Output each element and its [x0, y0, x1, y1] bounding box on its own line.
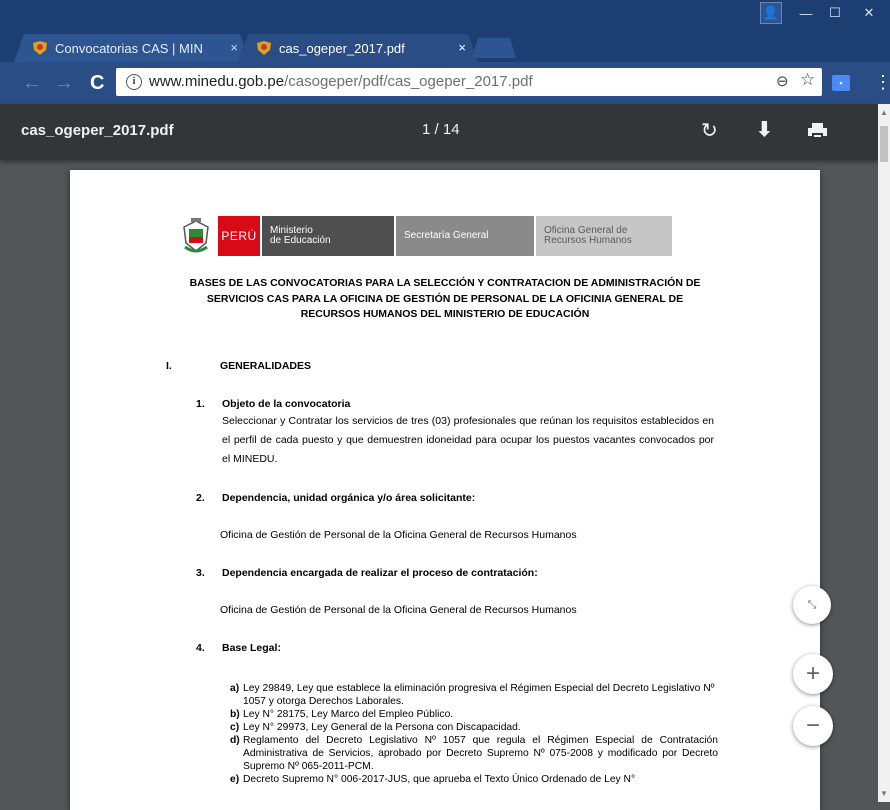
item-title: Objeto de la convocatoria — [222, 398, 351, 410]
zoom-out-button[interactable]: − — [793, 706, 833, 746]
document-title: BASES DE LAS CONVOCATORIAS PARA LA SELEC… — [170, 276, 720, 323]
print-icon[interactable] — [808, 123, 827, 139]
page-indicator: 1 / 14 — [422, 121, 460, 138]
pdf-title: cas_ogeper_2017.pdf — [21, 122, 174, 139]
pdf-toolbar: cas_ogeper_2017.pdf 1 / 14 ↻ ⬇ — [0, 104, 878, 160]
tab-close-icon[interactable]: × — [458, 40, 466, 55]
scroll-up-icon[interactable]: ▲ — [880, 108, 888, 117]
title-line: SERVICIOS CAS PARA LA OFICINA DE GESTIÓN… — [206, 292, 684, 305]
item-text: Seleccionar y Contratar los servicios de… — [222, 415, 714, 465]
forward-button[interactable]: → — [54, 72, 74, 94]
ministry-line2: de Educación — [270, 235, 331, 246]
office-line2: Recursos Humanos — [544, 235, 632, 246]
item-number: 1. — [196, 398, 205, 410]
tab-label: cas_ogeper_2017.pdf — [279, 40, 405, 56]
scroll-thumb[interactable] — [880, 126, 888, 162]
minedu-favicon-icon — [256, 40, 272, 56]
tab-close-icon[interactable]: × — [230, 40, 238, 55]
office-block: Oficina General de Recursos Humanos — [536, 216, 672, 256]
item-title: Dependencia, unidad orgánica y/o área so… — [222, 492, 476, 504]
legal-item: d) Reglamento del Decreto Legislativo Nº … — [230, 735, 718, 772]
scroll-down-icon[interactable]: ▼ — [880, 789, 888, 798]
back-button[interactable]: ← — [22, 72, 42, 94]
legal-list: a) Ley 29849, Ley que establece la elimin… — [230, 682, 718, 786]
title-line: BASES DE LAS CONVOCATORIAS PARA LA SELEC… — [189, 277, 701, 289]
secretary-block: Secretaría General — [396, 216, 534, 256]
legal-item: b) Ley N° 28175, Ley Marco del Empleo Púb… — [230, 709, 454, 720]
ministry-block: Ministerio de Educación — [262, 216, 394, 256]
section-number: I. — [166, 360, 172, 372]
profile-icon[interactable]: 👤 — [760, 2, 782, 24]
item-title: Dependencia encargada de realizar el pro… — [222, 567, 538, 579]
close-window-button[interactable]: ✕ — [850, 2, 888, 24]
item-number: 2. — [196, 492, 205, 504]
legal-item: a) Ley 29849, Ley que establece la elimin… — [230, 683, 715, 707]
item-text: Oficina de Gestión de Personal de la Ofi… — [220, 604, 577, 616]
zoom-icon[interactable]: ⊖ — [776, 72, 789, 90]
fit-to-page-icon[interactable]: ⤡ — [793, 586, 831, 624]
minimize-button[interactable]: — — [792, 2, 820, 24]
item-text: Oficina de Gestión de Personal de la Ofi… — [220, 529, 577, 541]
legal-item: c) Ley N° 29973, Ley General de la Person… — [230, 722, 521, 733]
minedu-favicon-icon — [32, 40, 48, 56]
tab-strip: Convocatorias CAS | MIN × cas_ogeper_201… — [0, 0, 890, 62]
item-number: 3. — [196, 567, 205, 579]
vertical-scrollbar[interactable]: ▲ ▼ — [878, 104, 890, 802]
address-bar[interactable]: i www.minedu.gob.pe/casogeper/pdf/cas_og… — [116, 68, 822, 96]
secretary-label: Secretaría General — [404, 230, 489, 241]
tab-label: Convocatorias CAS | MIN — [55, 40, 203, 56]
url-path: /casogeper/pdf/cas_ogeper_2017.pdf — [284, 73, 533, 90]
tab-pdf[interactable]: cas_ogeper_2017.pdf × — [238, 34, 478, 62]
title-line: RECURSOS HUMANOS DEL MINISTERIO DE EDUCA… — [300, 308, 590, 320]
pdf-page: PERÚ Ministerio de Educación Secretaría … — [70, 170, 820, 810]
peru-label: PERÚ — [218, 216, 260, 256]
coat-of-arms-icon — [180, 216, 212, 256]
info-icon[interactable]: i — [126, 74, 142, 90]
browser-toolbar: ← → C i www.minedu.gob.pe/casogeper/pdf/… — [0, 62, 890, 104]
new-tab-button[interactable] — [472, 38, 516, 58]
download-icon[interactable]: ⬇ — [756, 117, 773, 142]
reload-button[interactable]: C — [90, 72, 104, 94]
maximize-button[interactable]: ☐ — [820, 2, 850, 24]
extension-icon[interactable]: ▪ — [832, 75, 850, 91]
bookmark-star-icon[interactable]: ☆ — [800, 70, 815, 90]
item-number: 4. — [196, 642, 205, 654]
page-separator: / — [434, 121, 439, 138]
minedu-logo: PERÚ Ministerio de Educación Secretaría … — [180, 216, 672, 256]
total-pages: 14 — [442, 121, 460, 138]
item-title: Base Legal: — [222, 642, 281, 654]
tab-convocatorias[interactable]: Convocatorias CAS | MIN × — [14, 34, 250, 62]
url-domain: www.minedu.gob.pe — [149, 73, 285, 90]
zoom-in-button[interactable]: + — [793, 654, 833, 694]
current-page[interactable]: 1 — [422, 121, 430, 138]
legal-item: e) Decreto Supremo N° 006-2017-JUS, que a… — [230, 774, 636, 785]
browser-menu-icon[interactable]: ⋮ — [874, 72, 890, 93]
rotate-icon[interactable]: ↻ — [701, 118, 718, 143]
section-title: GENERALIDADES — [220, 360, 312, 372]
url-text[interactable]: www.minedu.gob.pe/casogeper/pdf/cas_ogep… — [149, 73, 533, 90]
